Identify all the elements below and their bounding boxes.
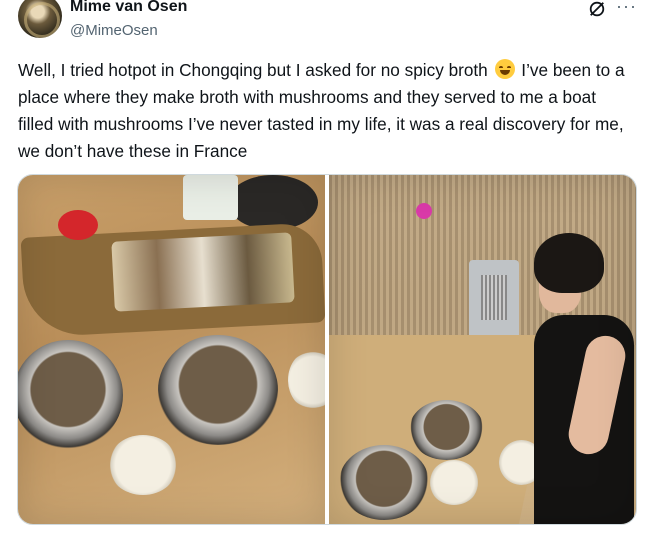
more-icon[interactable]: ···	[616, 0, 637, 17]
tweet-text-part-1: Well, I tried hotpot in Chongqing but I …	[18, 60, 493, 80]
diner-photo[interactable]	[329, 175, 636, 524]
author-name[interactable]: Mime van Osen	[70, 0, 187, 16]
tweet-text: Well, I tried hotpot in Chongqing but I …	[18, 57, 628, 165]
avatar[interactable]	[18, 0, 62, 38]
media-grid	[17, 174, 637, 525]
hotpot-table-photo[interactable]	[18, 175, 325, 524]
author-handle[interactable]: @MimeOsen	[70, 22, 158, 39]
grok-icon[interactable]	[588, 0, 606, 18]
laughing-tears-emoji-icon	[494, 59, 515, 79]
